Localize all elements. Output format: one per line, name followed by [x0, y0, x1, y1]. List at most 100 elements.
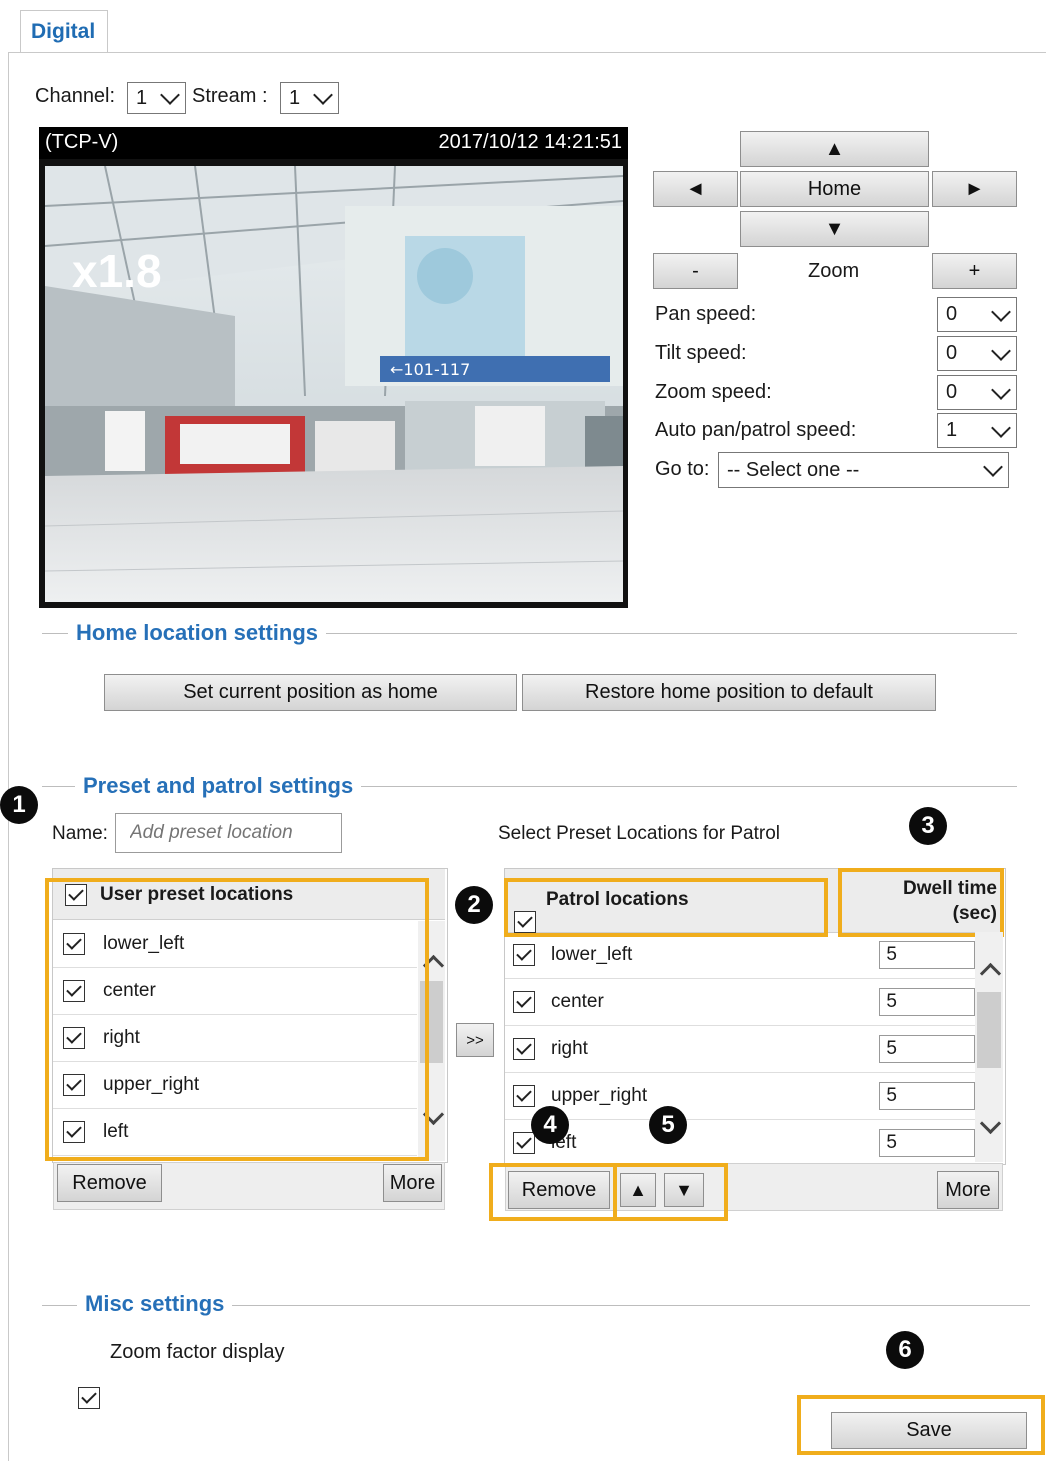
table-row[interactable]: lower_left 5: [505, 932, 975, 979]
tab-digital[interactable]: Digital: [20, 10, 108, 52]
chevron-down-icon: [991, 379, 1011, 400]
patrol-name: upper_right: [551, 1085, 648, 1106]
pan-speed-select[interactable]: 0: [937, 297, 1017, 332]
chevron-down-icon: [160, 85, 180, 105]
highlight-box: [838, 868, 1004, 937]
callout-badge: 6: [886, 1331, 924, 1369]
table-row[interactable]: center 5: [505, 979, 975, 1026]
tilt-speed-value: 0: [946, 342, 958, 364]
table-row[interactable]: upper_right 5: [505, 1073, 975, 1120]
zoom-in-button[interactable]: +: [932, 253, 1017, 289]
callout-badge: 4: [531, 1106, 569, 1144]
goto-value: -- Select one --: [727, 458, 860, 481]
pan-speed-label: Pan speed:: [655, 303, 757, 325]
patrol-checkbox[interactable]: [513, 944, 535, 966]
zoom-speed-label: Zoom speed:: [655, 381, 772, 403]
stream-label: Stream :: [192, 85, 268, 107]
scroll-thumb[interactable]: [977, 992, 1001, 1068]
chevron-down-icon: [991, 340, 1011, 361]
add-label: >>: [466, 1031, 484, 1049]
scroll-up-icon[interactable]: [979, 962, 1002, 985]
chevron-down-icon: [991, 417, 1011, 438]
home-label: Home: [807, 177, 862, 200]
add-to-patrol-button[interactable]: >>: [456, 1023, 494, 1057]
auto-speed-label: Auto pan/patrol speed:: [655, 419, 857, 441]
highlight-box: [613, 1163, 728, 1221]
dwell-input[interactable]: 5: [879, 941, 975, 969]
zoom-overlay: x1.8: [72, 245, 162, 297]
tilt-speed-select[interactable]: 0: [937, 336, 1017, 371]
minus-icon: -: [692, 259, 699, 282]
dwell-input[interactable]: 5: [879, 1035, 975, 1063]
goto-label: Go to:: [655, 458, 710, 480]
highlight-box: [489, 1163, 617, 1221]
remove-label: Remove: [72, 1171, 147, 1194]
callout-badge: 5: [649, 1106, 687, 1144]
channel-label: Channel:: [35, 85, 116, 107]
callout-badge: 2: [455, 886, 493, 924]
chevron-down-icon: [991, 301, 1011, 322]
channel-select[interactable]: 1: [127, 82, 186, 114]
tab-divider: [8, 52, 1046, 53]
up-arrow-icon: ▲: [824, 137, 845, 160]
highlight-box: [797, 1395, 1045, 1455]
dwell-input[interactable]: 5: [879, 988, 975, 1016]
chevron-down-icon: [983, 457, 1003, 477]
patrol-name: center: [551, 991, 604, 1012]
down-arrow-icon: ▼: [824, 217, 845, 240]
stream-select[interactable]: 1: [280, 82, 339, 114]
svg-text:←101-117: ←101-117: [390, 360, 470, 379]
auto-speed-value: 1: [946, 419, 958, 441]
pan-speed-value: 0: [946, 303, 958, 325]
zoom-display-checkbox[interactable]: [78, 1387, 100, 1409]
video-protocol: (TCP-V): [45, 131, 119, 153]
home-button[interactable]: Home: [740, 171, 929, 207]
patrol-checkbox[interactable]: [513, 991, 535, 1013]
channel-value: 1: [136, 86, 148, 109]
set-home-label: Set current position as home: [183, 681, 438, 703]
tilt-down-button[interactable]: ▼: [740, 211, 929, 247]
airport-scene-image: ←101-117: [45, 166, 623, 602]
scroll-down-icon[interactable]: [979, 1112, 1002, 1135]
patrol-caption: Select Preset Locations for Patrol: [498, 823, 780, 844]
preset-section-title: Preset and patrol settings: [75, 773, 362, 799]
pan-right-button[interactable]: ►: [932, 171, 1017, 207]
zoom-out-button[interactable]: -: [653, 253, 738, 289]
more-label: More: [389, 1171, 436, 1194]
patrol-name: left: [551, 1132, 577, 1153]
pan-left-button[interactable]: ◄: [653, 171, 738, 207]
zoom-display-label: Zoom factor display: [110, 1341, 285, 1363]
patrol-name: lower_left: [551, 944, 633, 965]
table-row[interactable]: left 5: [505, 1120, 975, 1167]
patrol-checkbox[interactable]: [513, 1038, 535, 1060]
goto-select[interactable]: -- Select one --: [718, 452, 1009, 488]
highlight-box: [504, 878, 828, 937]
video-status-bar: (TCP-V) 2017/10/12 14:21:51: [39, 127, 628, 159]
more-presets-button[interactable]: More: [383, 1164, 442, 1202]
preset-name-input[interactable]: [115, 813, 342, 853]
dwell-input[interactable]: 5: [879, 1082, 975, 1110]
tilt-up-button[interactable]: ▲: [740, 131, 929, 167]
dwell-input[interactable]: 5: [879, 1129, 975, 1157]
remove-preset-button[interactable]: Remove: [57, 1164, 162, 1202]
name-label: Name:: [52, 823, 108, 844]
set-home-button[interactable]: Set current position as home: [104, 674, 517, 711]
callout-badge: 1: [0, 786, 38, 824]
patrol-rows: lower_left 5 center 5 right 5 upper_right 5 …: [505, 932, 975, 1167]
patrol-name: right: [551, 1038, 588, 1059]
misc-section-title: Misc settings: [77, 1291, 233, 1317]
stream-value: 1: [289, 86, 301, 109]
zoom-label: Zoom: [808, 260, 860, 282]
restore-home-button[interactable]: Restore home position to default: [522, 674, 936, 711]
zoom-speed-select[interactable]: 0: [937, 375, 1017, 410]
patrol-checkbox[interactable]: [513, 1085, 535, 1107]
patrol-scrollbar[interactable]: [975, 932, 1003, 1162]
patrol-checkbox[interactable]: [513, 1132, 535, 1154]
tilt-speed-label: Tilt speed:: [655, 342, 747, 364]
video-image[interactable]: ←101-117: [45, 166, 623, 602]
home-section-title: Home location settings: [68, 620, 327, 646]
more-patrol-button[interactable]: More: [937, 1171, 999, 1209]
table-row[interactable]: right 5: [505, 1026, 975, 1073]
callout-badge: 3: [909, 807, 947, 845]
auto-speed-select[interactable]: 1: [937, 413, 1017, 448]
